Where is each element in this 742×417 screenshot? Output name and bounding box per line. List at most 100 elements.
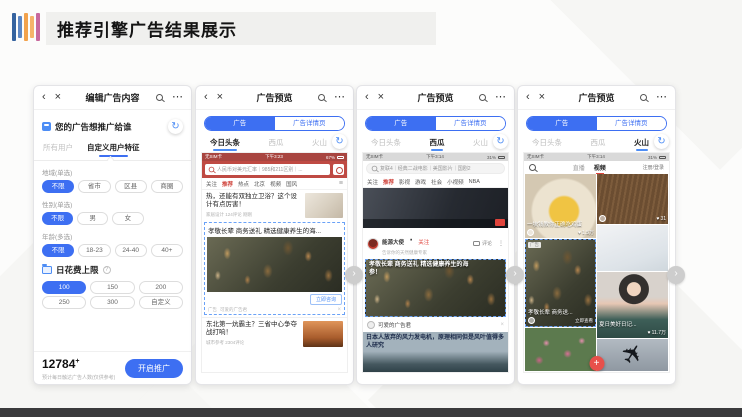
video-cell[interactable]: 夏日美好日记... ♥ 11.7万 xyxy=(597,272,668,338)
avatar[interactable] xyxy=(367,237,379,250)
carousel-next-icon[interactable]: › xyxy=(506,266,524,284)
video-cell[interactable]: ♥ 31 xyxy=(597,174,668,224)
more-icon[interactable]: ⋯ xyxy=(495,92,506,103)
option-pill[interactable]: 不限 xyxy=(42,180,75,193)
nav-tab[interactable]: 国风 xyxy=(286,180,297,188)
nav-tab[interactable]: 关注 xyxy=(367,178,378,186)
tab-huoshan[interactable]: 火山 xyxy=(634,137,649,151)
news-item[interactable]: 东北第一炕霸主？三省中心争夺战打响！ 城市参考 2304评论 xyxy=(202,317,347,350)
nav-tab-active[interactable]: 推荐 xyxy=(383,178,394,186)
refresh-icon[interactable]: ↻ xyxy=(332,134,347,149)
nav-tab[interactable]: 小视频 xyxy=(447,178,464,186)
selected-ad-video[interactable]: 孝敬长辈 商务送礼 精选健康养生的海参！ xyxy=(365,259,506,317)
carousel-next-icon[interactable]: › xyxy=(345,266,363,284)
dismiss-icon[interactable]: × xyxy=(337,307,341,313)
more-icon[interactable]: ⋯ xyxy=(334,92,345,103)
option-pill[interactable]: 200 xyxy=(138,281,183,294)
refresh-icon[interactable]: ↻ xyxy=(493,134,508,149)
option-pill[interactable]: 商圈 xyxy=(150,180,183,193)
close-icon[interactable]: × xyxy=(55,92,61,103)
option-pill[interactable]: 150 xyxy=(90,281,135,294)
back-icon[interactable]: ‹ xyxy=(204,92,208,103)
follow-button[interactable]: 关注 xyxy=(418,240,429,246)
nav-tab[interactable]: NBA xyxy=(469,179,480,185)
nav-tab[interactable]: 视频 xyxy=(270,180,281,188)
toggle-ad[interactable]: 广告 xyxy=(527,117,597,130)
more-icon[interactable]: ⋯ xyxy=(172,92,183,103)
nav-tab[interactable]: 影视 xyxy=(399,178,410,186)
option-pill[interactable]: 女 xyxy=(112,212,144,225)
news-item[interactable]: 热，还能有双独立卫浴？这个设计有点厉害！ 家居设计 124评论 刚刚 xyxy=(202,190,347,221)
tab-xigua[interactable]: 西瓜 xyxy=(430,137,445,151)
nav-tab[interactable]: 热点 xyxy=(238,180,249,188)
tab-video[interactable]: 视频 xyxy=(594,163,606,174)
tab-toutiao[interactable]: 今日头条 xyxy=(210,137,240,151)
dismiss-icon[interactable]: × xyxy=(500,322,504,328)
back-icon[interactable]: ‹ xyxy=(526,92,530,103)
news-video-item[interactable]: 日本人放弃的风力发电机，原理相同但是风叶值得多人研究 xyxy=(363,332,508,372)
selected-ad-card[interactable]: 孝敬长辈 商务送礼 精选健康养生的海... 立即咨询 广告 可爱的广告君 × xyxy=(204,222,345,315)
video-thumbnail[interactable] xyxy=(363,188,508,228)
toggle-ad-detail[interactable]: 广告详情页 xyxy=(435,117,505,130)
tab-all-users[interactable]: 所有用户 xyxy=(43,142,73,153)
option-pill[interactable]: 250 xyxy=(42,296,87,309)
video-cell[interactable]: ✈ xyxy=(597,339,668,371)
start-promotion-button[interactable]: 开启推广 xyxy=(125,358,183,378)
video-cell[interactable] xyxy=(525,328,596,371)
tab-huoshan[interactable]: 火山 xyxy=(312,137,327,148)
more-options-icon[interactable]: ⋮ xyxy=(498,240,504,247)
close-icon[interactable]: × xyxy=(539,92,545,103)
search-input[interactable]: 复联4｜经典二战电影｜美国影片｜国剧2 xyxy=(366,163,505,174)
carousel-next-icon[interactable]: › xyxy=(667,266,685,284)
video-cell[interactable]: 一块钱教你正确吃鸡蛋 ♥ 1.5万 xyxy=(525,174,596,238)
option-pill[interactable]: 男 xyxy=(77,212,109,225)
tab-toutiao[interactable]: 今日头条 xyxy=(532,137,562,148)
search-icon[interactable] xyxy=(640,94,647,101)
record-video-button[interactable]: + xyxy=(589,356,604,371)
option-pill[interactable]: 300 xyxy=(90,296,135,309)
tab-xigua[interactable]: 西瓜 xyxy=(269,137,284,148)
video-cell[interactable] xyxy=(597,225,668,271)
nav-tab-active[interactable]: 推荐 xyxy=(222,180,233,188)
option-pill[interactable]: 区县 xyxy=(114,180,147,193)
search-icon[interactable] xyxy=(529,164,536,171)
search-icon[interactable] xyxy=(318,94,325,101)
back-icon[interactable]: ‹ xyxy=(42,92,46,103)
nav-tab[interactable]: 北京 xyxy=(254,180,265,188)
toggle-ad[interactable]: 广告 xyxy=(205,117,275,130)
selected-ad-cell[interactable]: 广告 孝敬长辈 商务送... 立即查看 xyxy=(525,239,596,327)
consult-button[interactable]: 立即咨询 xyxy=(309,294,342,305)
help-icon[interactable]: ? xyxy=(102,266,111,274)
close-icon[interactable]: × xyxy=(217,92,223,103)
tab-xigua[interactable]: 西瓜 xyxy=(591,137,606,148)
menu-icon[interactable]: ≡ xyxy=(339,180,343,187)
login-link[interactable]: 注册/登录 xyxy=(643,164,664,171)
close-icon[interactable]: × xyxy=(378,92,384,103)
tab-toutiao[interactable]: 今日头条 xyxy=(371,137,401,148)
option-pill[interactable]: 40+ xyxy=(150,244,183,257)
tab-custom-users[interactable]: 自定义用户特征 xyxy=(87,142,140,157)
search-input[interactable]: 人民币对美元汇率｜985和211区别｜... xyxy=(205,164,330,175)
option-pill[interactable]: 18-23 xyxy=(78,244,111,257)
option-pill[interactable]: 24-40 xyxy=(114,244,147,257)
toggle-ad[interactable]: 广告 xyxy=(366,117,436,130)
search-icon[interactable] xyxy=(479,94,486,101)
option-pill[interactable]: 不限 xyxy=(42,212,74,225)
toggle-ad-detail[interactable]: 广告详情页 xyxy=(274,117,344,130)
back-icon[interactable]: ‹ xyxy=(365,92,369,103)
camera-icon[interactable] xyxy=(333,164,344,175)
more-icon[interactable]: ⋯ xyxy=(656,92,667,103)
option-pill[interactable]: 100 xyxy=(42,281,87,294)
account-name[interactable]: 能源大使 xyxy=(382,240,404,246)
nav-tab[interactable]: 社会 xyxy=(431,178,442,186)
tab-live[interactable]: 直播 xyxy=(573,163,585,172)
refresh-icon[interactable]: ↻ xyxy=(168,119,183,134)
option-pill[interactable]: 不限 xyxy=(42,244,75,257)
comment-button[interactable]: 评论 xyxy=(472,240,492,247)
refresh-icon[interactable]: ↻ xyxy=(654,134,669,149)
toggle-ad-detail[interactable]: 广告详情页 xyxy=(596,117,666,130)
nav-tab[interactable]: 游戏 xyxy=(415,178,426,186)
nav-tab[interactable]: 关注 xyxy=(206,180,217,188)
option-pill[interactable]: 自定义 xyxy=(138,296,183,309)
tab-huoshan[interactable]: 火山 xyxy=(473,137,488,148)
